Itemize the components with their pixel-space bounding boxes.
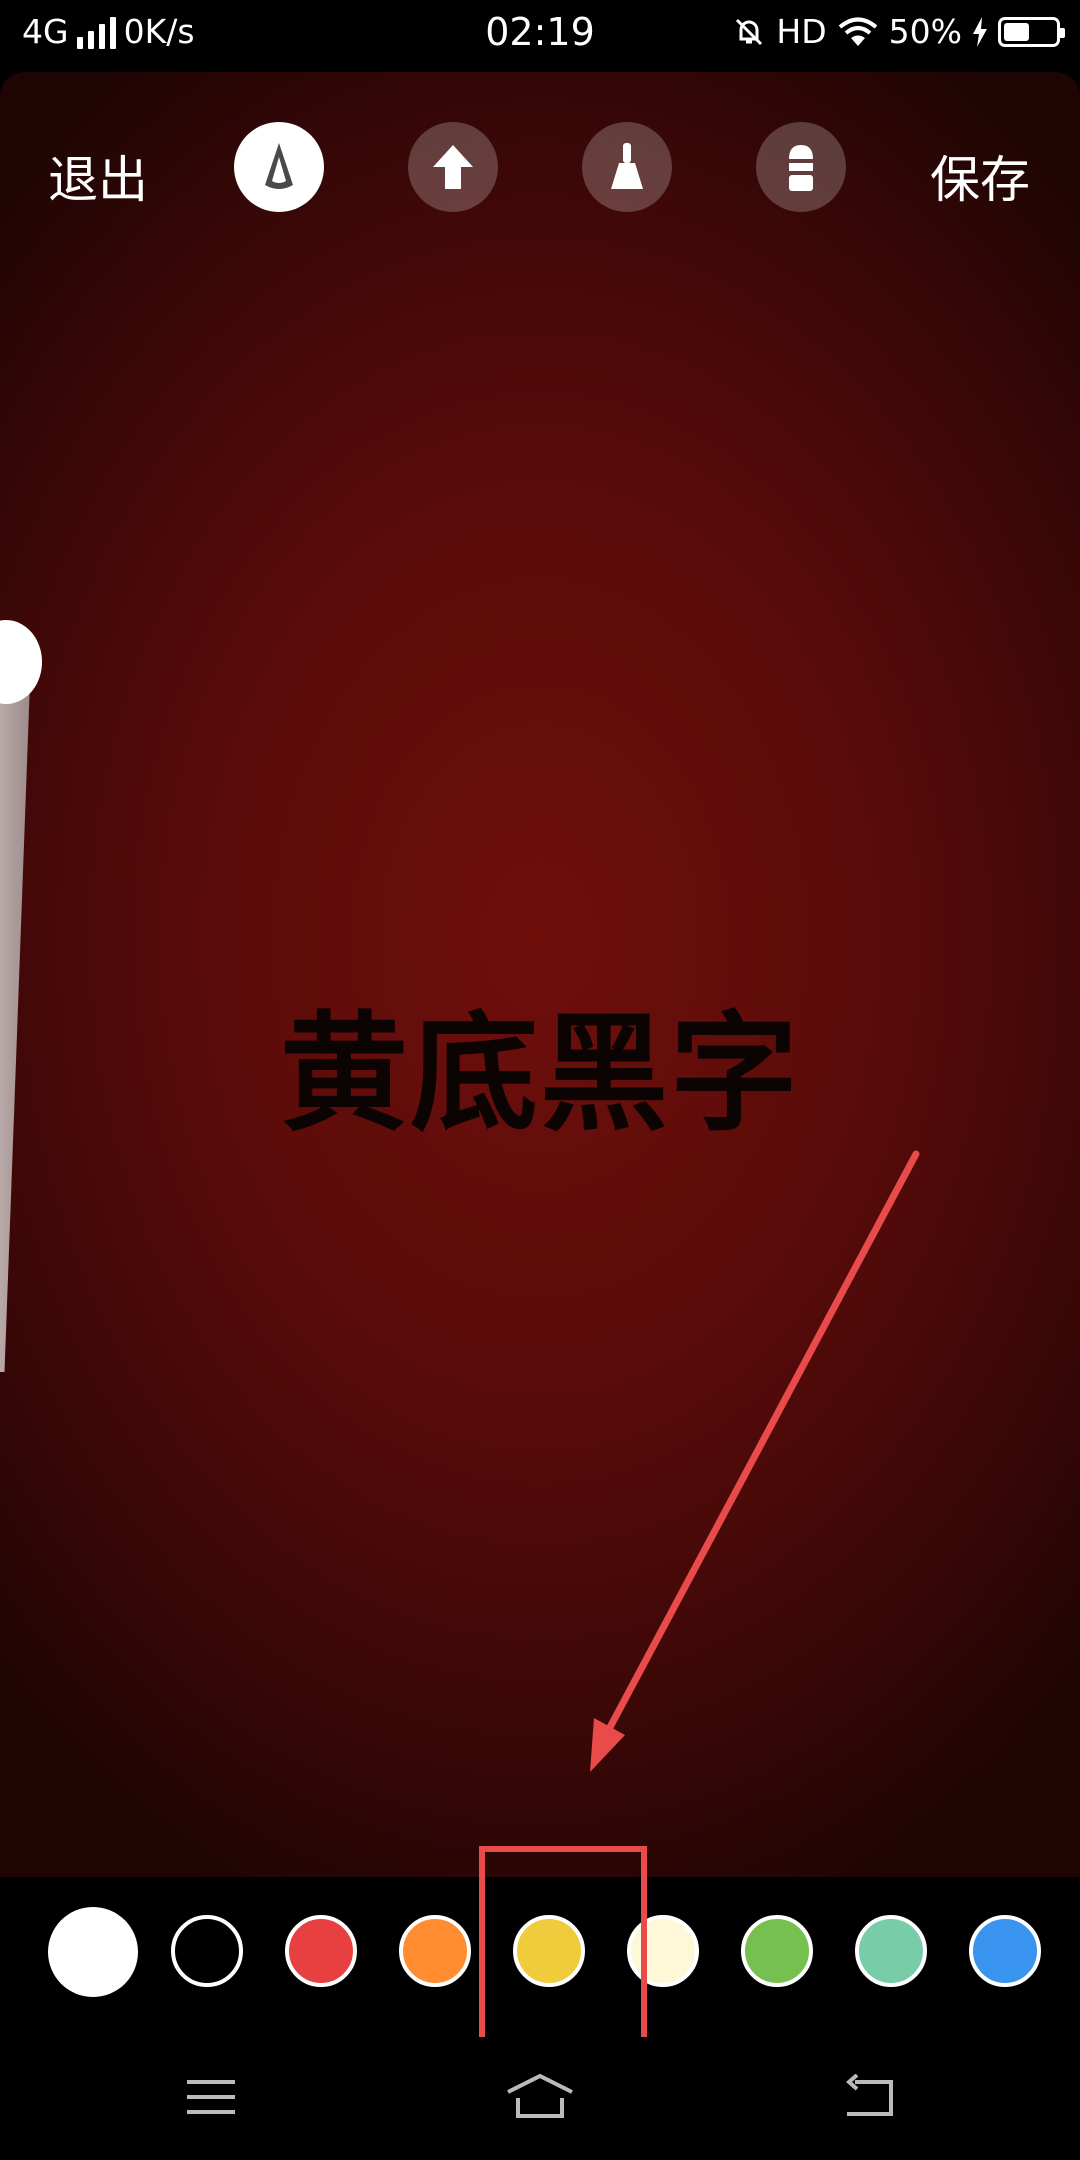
- navigation-bar: [0, 2037, 1080, 2160]
- brush-icon: [611, 143, 643, 189]
- color-swatch-7[interactable]: [855, 1915, 927, 1987]
- pen-icon: [265, 143, 293, 189]
- edit-toolbar: 退出 保存: [0, 72, 1080, 262]
- wifi-icon: [838, 17, 877, 46]
- home-button[interactable]: [500, 2067, 580, 2127]
- menu-icon: [187, 2080, 235, 2114]
- drawing-canvas[interactable]: 退出 保存 黄底黑字: [0, 72, 1080, 1877]
- exit-button[interactable]: 退出: [48, 140, 148, 212]
- save-button[interactable]: 保存: [930, 140, 1030, 212]
- status-right: HD 50%: [732, 12, 1065, 51]
- canvas-text: 黄底黑字: [279, 1000, 800, 1149]
- color-swatch-2[interactable]: [285, 1915, 357, 1987]
- battery-percent: 50%: [888, 12, 962, 51]
- arrow-up-icon: [433, 145, 473, 189]
- color-swatch-3[interactable]: [399, 1915, 471, 1987]
- back-icon: [845, 2074, 893, 2116]
- charging-icon: [973, 16, 987, 47]
- color-swatch-1[interactable]: [171, 1915, 243, 1987]
- annotation-highlight-box: [479, 1846, 647, 2068]
- menu-button[interactable]: [171, 2067, 251, 2127]
- eraser-tool-button[interactable]: [756, 122, 846, 212]
- color-swatch-0[interactable]: [48, 1907, 138, 1997]
- status-bar: 4G 0K/s 02:19 HD 50%: [0, 0, 1080, 72]
- battery-fill: [1004, 22, 1029, 41]
- color-swatch-6[interactable]: [741, 1915, 813, 1987]
- mute-bell-icon: [736, 18, 763, 45]
- color-swatch-8[interactable]: [969, 1915, 1041, 1987]
- eraser-icon: [789, 145, 813, 191]
- arrow-tool-button[interactable]: [408, 122, 498, 212]
- pen-tool-button[interactable]: [234, 122, 324, 212]
- back-button[interactable]: [829, 2067, 909, 2127]
- battery-icon: [998, 16, 1065, 47]
- home-icon: [507, 2073, 573, 2118]
- brush-size-slider-handle[interactable]: [0, 620, 42, 704]
- brush-tool-button[interactable]: [582, 122, 672, 212]
- hd-badge: HD: [776, 12, 827, 51]
